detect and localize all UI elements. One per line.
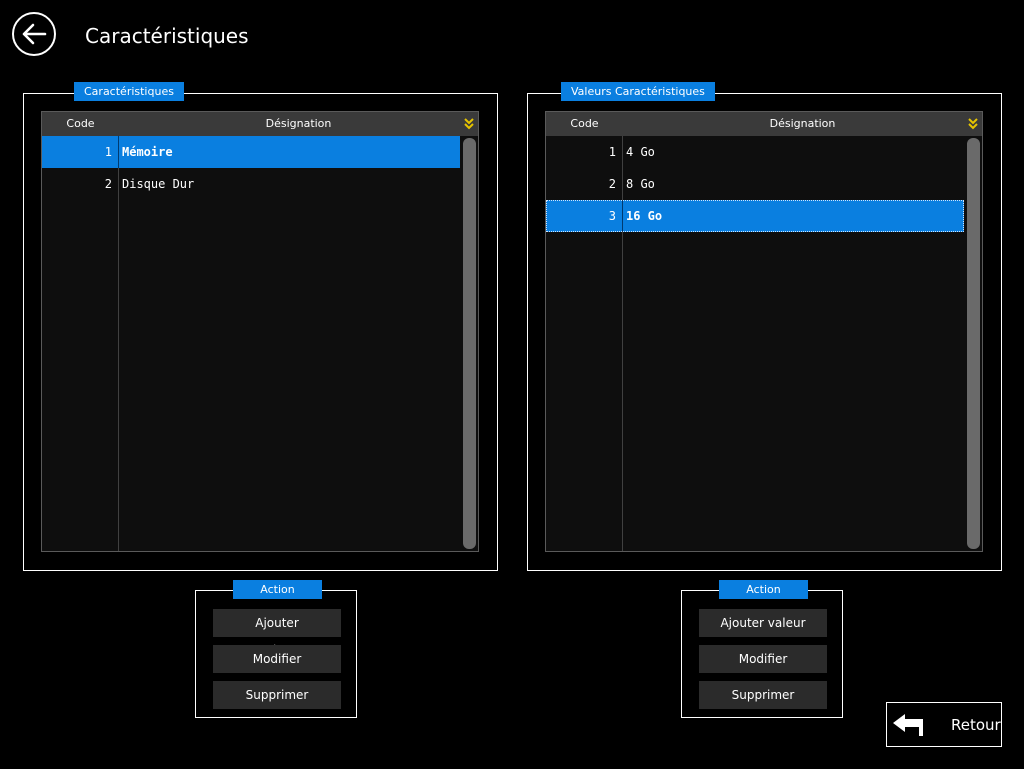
cell-designation: 8 Go: [626, 177, 655, 191]
valeurs-action-box: Action Ajouter valeur Modifier Supprimer: [681, 580, 843, 718]
retour-label: Retour: [951, 716, 1001, 734]
retour-button[interactable]: Retour: [886, 702, 1002, 747]
page-title: Caractéristiques: [85, 24, 249, 48]
valeurs-rows: 1 4 Go 2 8 Go 3 16 Go: [546, 136, 964, 232]
cell-code: 1: [608, 145, 616, 159]
cell-designation: 4 Go: [626, 145, 655, 159]
column-header-designation[interactable]: Désignation: [623, 112, 982, 136]
cell-designation: Disque Dur: [122, 177, 195, 191]
table-row[interactable]: 1 Mémoire: [42, 136, 460, 168]
cell-code: 2: [608, 177, 616, 191]
add-caracteristique-button[interactable]: Ajouter caractéristique: [213, 609, 341, 658]
back-button[interactable]: [12, 12, 56, 56]
valeurs-panel: Valeurs Caractéristiques Code Désignatio…: [527, 82, 1002, 571]
row-divider: [118, 136, 119, 168]
vertical-scrollbar[interactable]: [967, 138, 980, 549]
column-header-designation[interactable]: Désignation: [119, 112, 478, 136]
delete-caracteristique-button[interactable]: Supprimer: [213, 681, 341, 709]
arrow-left-icon: [22, 23, 47, 45]
valeurs-legend: Valeurs Caractéristiques: [561, 82, 715, 101]
cell-code: 3: [608, 209, 616, 223]
table-row[interactable]: 2 Disque Dur: [42, 168, 460, 200]
vertical-scrollbar[interactable]: [463, 138, 476, 549]
caracteristiques-grid: Code Désignation 1 Mémoire 2 Disque Dur: [41, 111, 479, 552]
cell-designation: Mémoire: [122, 145, 173, 159]
edit-caracteristique-button[interactable]: Modifier: [213, 645, 341, 673]
caracteristiques-legend: Caractéristiques: [74, 82, 184, 101]
column-header-code[interactable]: Code: [546, 112, 623, 136]
double-chevron-down-icon[interactable]: [967, 117, 979, 131]
action-legend: Action: [233, 580, 322, 599]
table-row[interactable]: 3 16 Go: [546, 200, 964, 232]
return-arrow-icon: [893, 714, 923, 736]
column-header-code[interactable]: Code: [42, 112, 119, 136]
edit-valeur-button[interactable]: Modifier: [699, 645, 827, 673]
row-divider: [622, 200, 623, 232]
delete-valeur-button[interactable]: Supprimer: [699, 681, 827, 709]
double-chevron-down-icon[interactable]: [463, 117, 475, 131]
action-legend: Action: [719, 580, 808, 599]
table-row[interactable]: 1 4 Go: [546, 136, 964, 168]
grid-header: Code Désignation: [546, 112, 982, 136]
grid-header: Code Désignation: [42, 112, 478, 136]
caracteristiques-action-box: Action Ajouter caractéristique Modifier …: [195, 580, 357, 718]
table-row[interactable]: 2 8 Go: [546, 168, 964, 200]
add-valeur-button[interactable]: Ajouter valeur: [699, 609, 827, 637]
cell-designation: 16 Go: [626, 209, 663, 223]
valeurs-grid: Code Désignation 1 4 Go 2 8 Go 3 16 Go: [545, 111, 983, 552]
caracteristiques-rows: 1 Mémoire 2 Disque Dur: [42, 136, 460, 200]
cell-code: 2: [104, 177, 112, 191]
caracteristiques-panel: Caractéristiques Code Désignation 1 Mémoi…: [23, 82, 498, 571]
cell-code: 1: [104, 145, 112, 159]
